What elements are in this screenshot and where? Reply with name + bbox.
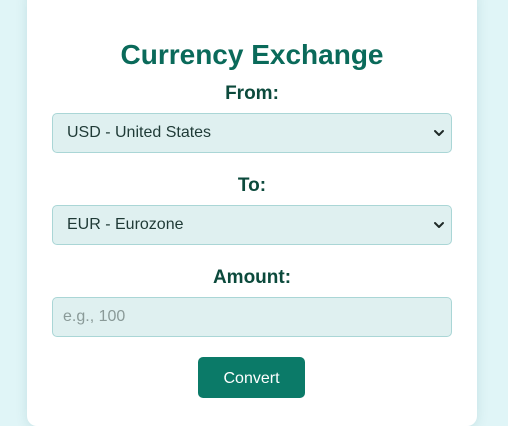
- amount-label: Amount:: [212, 267, 292, 288]
- to-label: To:: [237, 175, 267, 196]
- convert-button[interactable]: Convert: [198, 357, 305, 398]
- amount-field: [52, 297, 452, 337]
- chevron-down-icon: [434, 130, 444, 136]
- chevron-down-icon: [434, 222, 444, 228]
- to-currency-value: EUR - Eurozone: [67, 216, 184, 233]
- from-currency-value: USD - United States: [67, 124, 212, 141]
- page-title: Currency Exchange: [120, 39, 384, 70]
- from-label: From:: [225, 83, 279, 104]
- amount-input[interactable]: [53, 298, 451, 336]
- to-currency-select[interactable]: EUR - Eurozone: [52, 205, 452, 245]
- currency-exchange-card: Currency Exchange From: USD - United Sta…: [27, 0, 477, 426]
- from-currency-select[interactable]: USD - United States: [52, 113, 452, 153]
